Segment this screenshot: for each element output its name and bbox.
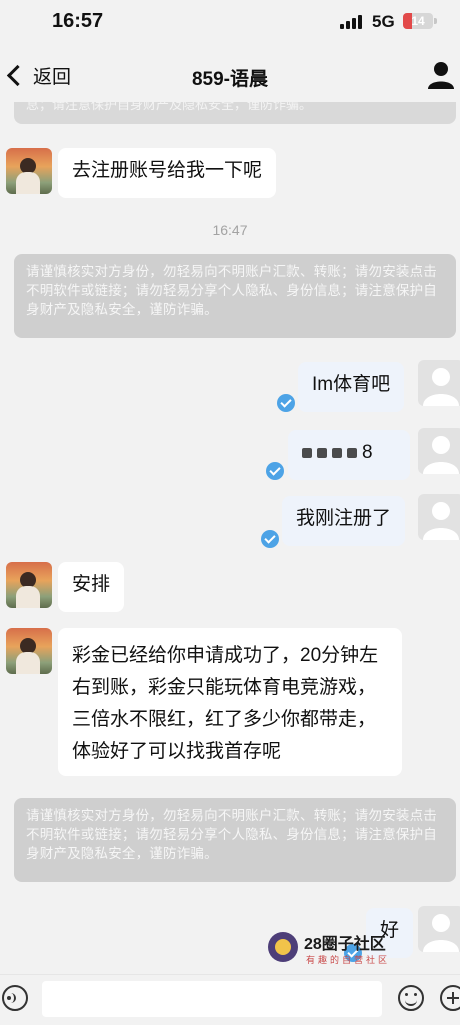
battery-tip <box>434 18 437 24</box>
signal-icon <box>340 15 362 29</box>
battery-level: 14 <box>411 14 425 28</box>
redacted-block <box>317 448 327 458</box>
message-bubble-incoming[interactable]: 安排 <box>58 562 125 612</box>
watermark: 28圈子社区 有趣的自营社区 <box>268 926 388 970</box>
profile-icon[interactable] <box>426 60 456 90</box>
watermark-logo-icon <box>268 932 298 962</box>
message-bubble-outgoing[interactable]: 8 <box>288 430 410 480</box>
contact-avatar[interactable] <box>6 628 52 674</box>
back-label: 返回 <box>33 66 72 88</box>
safety-notice: 请谨慎核实对方身份，勿轻易向不明账户汇款、转账；请勿安装点击不明软件或链接；请勿… <box>14 798 456 882</box>
safety-notice: 请谨慎核实对方身份，勿轻易向不明账户汇款、转账；请勿安装点击不明软件或链接；请勿… <box>14 254 456 338</box>
network-type: 5G <box>372 12 395 31</box>
safety-notice-partial-text: 息；请注意保护自身财产及隐私安全，谨防诈骗。 <box>26 102 313 112</box>
watermark-subtitle: 有趣的自营社区 <box>306 955 391 965</box>
watermark-title: 28圈子社区 <box>304 936 386 953</box>
safety-notice-partial: 息；请注意保护自身财产及隐私安全，谨防诈骗。 <box>14 102 456 124</box>
redacted-block <box>347 448 357 458</box>
message-text: 8 <box>362 442 373 463</box>
voice-input-icon[interactable] <box>2 985 28 1011</box>
emoji-icon[interactable] <box>398 985 424 1011</box>
back-button[interactable]: 返回 <box>2 60 71 90</box>
redacted-block <box>332 448 342 458</box>
default-avatar-icon <box>423 502 459 540</box>
default-avatar-icon <box>423 914 459 952</box>
default-avatar-icon <box>423 436 459 474</box>
status-bar: 16:57 5G 14 <box>0 0 460 46</box>
read-check-icon <box>277 394 295 412</box>
my-avatar[interactable] <box>418 428 460 474</box>
read-check-icon <box>261 530 279 548</box>
message-bubble-outgoing[interactable]: Im体育吧 <box>298 362 405 412</box>
read-check-icon <box>266 462 284 480</box>
chat-header: 返回 859-语晨 <box>0 48 460 104</box>
redacted-block <box>302 448 312 458</box>
my-avatar[interactable] <box>418 494 460 540</box>
add-attachment-icon[interactable] <box>440 985 460 1011</box>
status-time: 16:57 <box>52 10 104 32</box>
message-bubble-outgoing[interactable]: 我刚注册了 <box>282 496 406 546</box>
my-avatar[interactable] <box>418 906 460 952</box>
message-timestamp: 16:47 <box>212 222 248 238</box>
contact-avatar[interactable] <box>6 562 52 608</box>
chevron-left-icon <box>6 64 29 86</box>
default-avatar-icon <box>423 368 459 406</box>
message-bubble-incoming[interactable]: 去注册账号给我一下呢 <box>58 148 277 198</box>
battery-icon: 14 <box>403 13 433 29</box>
message-bubble-incoming[interactable]: 彩金已经给你申请成功了，20分钟左右到账，彩金只能玩体育电竞游戏，三倍水不限红，… <box>58 628 402 776</box>
message-input[interactable] <box>42 981 382 1017</box>
contact-avatar[interactable] <box>6 148 52 194</box>
chat-title: 859-语晨 <box>191 69 269 90</box>
my-avatar[interactable] <box>418 360 460 406</box>
chat-input-bar <box>0 974 460 1025</box>
